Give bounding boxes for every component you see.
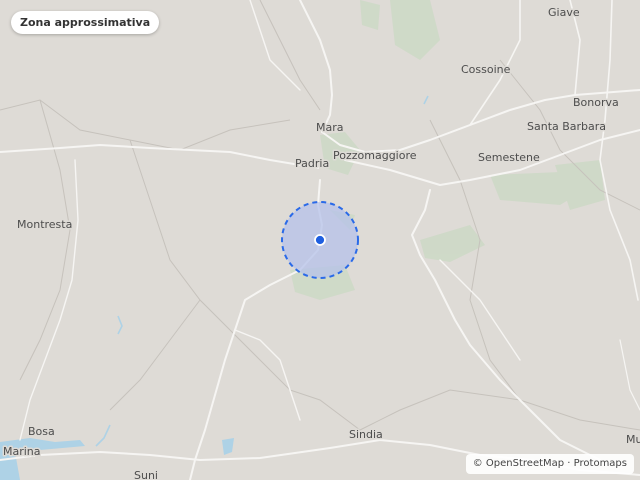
place-label-montresta: Montresta [17, 218, 72, 231]
place-label-mu: Mu [626, 433, 640, 446]
map-canvas[interactable]: Giave Cossoine Bonorva Santa Barbara Mar… [0, 0, 640, 480]
place-label-bonorva: Bonorva [573, 96, 619, 109]
place-label-cossoine: Cossoine [461, 63, 511, 76]
map-attribution[interactable]: © OpenStreetMap · Protomaps [465, 454, 634, 474]
place-label-semestene: Semestene [478, 151, 540, 164]
place-label-santa-barbara: Santa Barbara [527, 120, 606, 133]
place-label-padria: Padria [295, 157, 329, 170]
place-label-marina: Marina [3, 445, 41, 458]
approximate-area-label: Zona approssimativa [11, 11, 160, 34]
place-label-bosa: Bosa [28, 425, 55, 438]
place-label-giave: Giave [548, 6, 580, 19]
location-dot [314, 234, 326, 246]
place-label-mara: Mara [316, 121, 344, 134]
place-label-pozzomaggiore: Pozzomaggiore [333, 149, 417, 162]
place-label-sindia: Sindia [349, 428, 383, 441]
place-label-suni: Suni [134, 469, 158, 480]
approximate-area [281, 201, 359, 279]
